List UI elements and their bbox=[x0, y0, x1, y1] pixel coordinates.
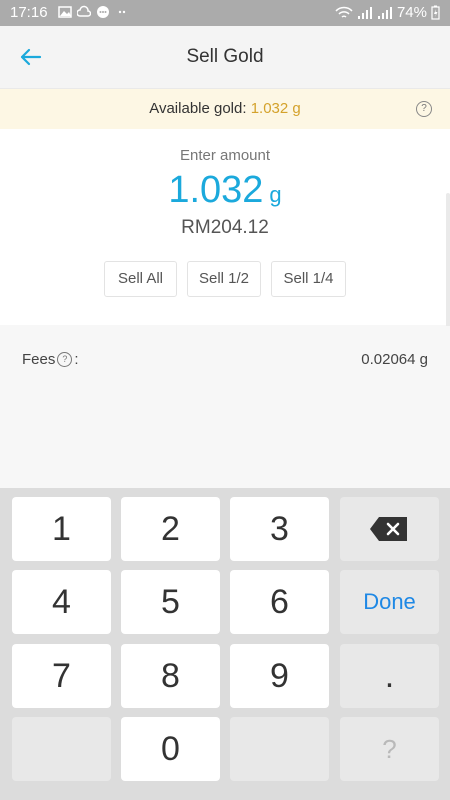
amount-unit: g bbox=[269, 182, 282, 207]
key-3[interactable]: 3 bbox=[230, 497, 329, 561]
key-7[interactable]: 7 bbox=[12, 644, 111, 708]
question-key[interactable]: ? bbox=[340, 717, 439, 781]
fees-value: 0.02064 g bbox=[361, 351, 428, 368]
page-title: Sell Gold bbox=[186, 46, 264, 67]
signal-icon bbox=[357, 6, 372, 19]
key-6[interactable]: 6 bbox=[230, 570, 329, 634]
amount-value: 1.032 bbox=[168, 169, 264, 211]
backspace-key[interactable] bbox=[340, 497, 439, 561]
edge-handle[interactable] bbox=[446, 193, 450, 339]
backspace-icon bbox=[370, 517, 407, 541]
chat-icon bbox=[97, 6, 109, 18]
key-0[interactable]: 0 bbox=[121, 717, 220, 781]
key-8[interactable]: 8 bbox=[121, 644, 220, 708]
sell-quarter-button[interactable]: Sell 1/4 bbox=[271, 261, 346, 297]
gallery-icon bbox=[58, 6, 72, 18]
fees-text: Fees bbox=[22, 351, 56, 368]
amount-card: Enter amount 1.032 g RM204.12 Sell All Se… bbox=[0, 129, 450, 325]
decimal-key[interactable]: . bbox=[340, 644, 439, 708]
status-time: 17:16 bbox=[10, 4, 48, 21]
more-notifications-icon bbox=[118, 10, 126, 14]
done-key[interactable]: Done bbox=[340, 570, 439, 634]
app-bar: Sell Gold bbox=[0, 26, 450, 89]
sell-half-button[interactable]: Sell 1/2 bbox=[187, 261, 261, 297]
available-gold-label: Available gold: bbox=[149, 100, 247, 117]
cloud-icon bbox=[77, 5, 91, 17]
fees-colon: : bbox=[74, 351, 79, 368]
fees-label: Fees ? : bbox=[22, 351, 79, 368]
key-9[interactable]: 9 bbox=[230, 644, 329, 708]
key-1[interactable]: 1 bbox=[12, 497, 111, 561]
amount-input[interactable]: 1.032 g bbox=[0, 169, 450, 212]
fees-row: Fees ? : 0.02064 g bbox=[0, 326, 450, 488]
available-gold-value: 1.032 g bbox=[250, 100, 301, 117]
fees-help-icon[interactable]: ? bbox=[57, 352, 73, 367]
status-notification-icons bbox=[58, 5, 129, 19]
battery-icon bbox=[431, 5, 440, 20]
amount-rm-value: RM204.12 bbox=[181, 217, 269, 238]
key-5[interactable]: 5 bbox=[121, 570, 220, 634]
available-gold-text: Available gold: 1.032 g bbox=[0, 100, 450, 117]
key-4[interactable]: 4 bbox=[12, 570, 111, 634]
status-right-icons: 74% bbox=[335, 4, 440, 21]
signal-icon-2 bbox=[377, 6, 392, 19]
help-icon[interactable]: ? bbox=[416, 101, 432, 117]
numeric-keypad: 1 2 3 4 5 6 Done 7 8 9 . 0 ? bbox=[0, 488, 450, 800]
battery-percent: 74% bbox=[396, 4, 427, 21]
key-2[interactable]: 2 bbox=[121, 497, 220, 561]
wifi-icon bbox=[335, 6, 353, 18]
empty-key-right bbox=[230, 717, 329, 781]
enter-amount-label: Enter amount bbox=[179, 147, 271, 164]
status-bar: 17:16 74% bbox=[0, 0, 450, 26]
empty-key-left bbox=[12, 717, 111, 781]
available-gold-banner: Available gold: 1.032 g ? bbox=[0, 89, 450, 129]
sell-all-button[interactable]: Sell All bbox=[104, 261, 177, 297]
